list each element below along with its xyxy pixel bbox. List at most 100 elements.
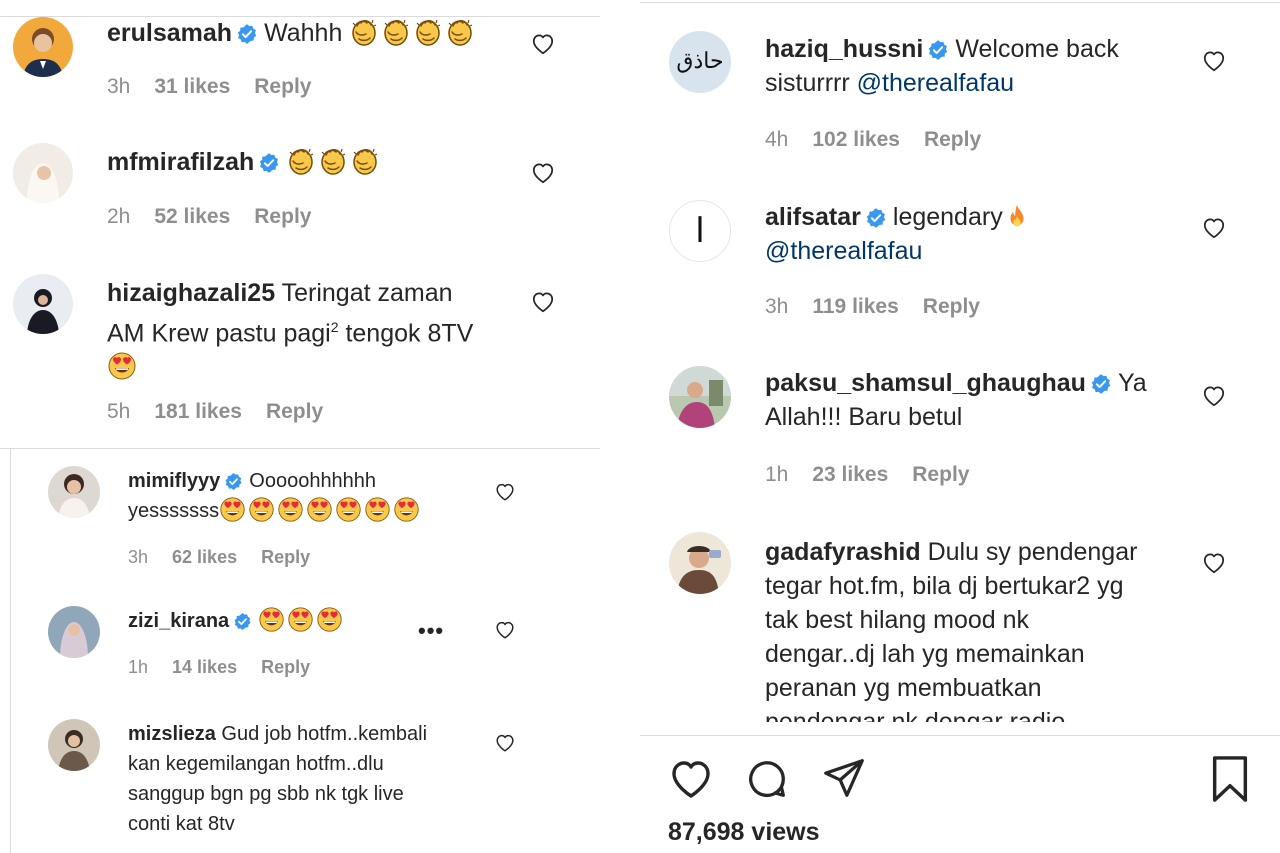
username[interactable]: mizslieza [128,723,216,745]
like-heart-icon[interactable] [494,619,516,641]
avatar[interactable]: حاذق [669,31,731,93]
comment-body: hizaighazali25 Teringat zaman AM Krew pa… [107,276,537,384]
likes-count[interactable]: 181 likes [154,400,242,423]
username[interactable]: erulsamah [107,19,232,47]
comment-paksu-shamsul-ghaughau: paksu_shamsul_ghaughau Ya Allah!!! Baru b… [640,340,1280,510]
comment-body: mfmirafilzah [107,145,537,179]
comment-text-line: Dulu sy pendengar [927,538,1138,566]
avatar[interactable] [48,719,100,771]
reply-button[interactable]: Reply [912,463,969,486]
comment-text-line: sisturrrr [765,69,857,97]
likes-count[interactable]: 23 likes [812,463,888,486]
bookmark-icon[interactable] [1207,753,1253,805]
avatar[interactable] [13,143,73,203]
avatar[interactable] [48,466,100,518]
like-heart-icon[interactable] [494,481,516,503]
actions-divider [640,735,1280,736]
username[interactable]: mimiflyyy [128,470,220,492]
comment-alifsatar: ا alifsatar legendary @therealfafau 3h 119… [640,170,1280,340]
reply-mizslieza: mizslieza Gud job hotfm..kembali kan keg… [0,715,600,853]
likes-count[interactable]: 102 likes [812,128,900,151]
comment-text: legendary [892,203,1003,231]
comment-text: Wahhh [264,19,343,47]
comment-haziq-hussni: حاذق haziq_hussni Welcome back sisturrrr … [640,0,1280,170]
reply-button[interactable]: Reply [261,547,310,567]
likes-count[interactable]: 52 likes [154,205,230,228]
share-paper-plane-icon[interactable] [820,755,868,801]
like-heart-icon[interactable] [1201,48,1227,74]
avatar[interactable]: ا [669,200,731,262]
timestamp: 5h [107,400,131,423]
comment-text-line: pendengar nk dengar radio [765,708,1066,722]
username[interactable]: paksu_shamsul_ghaughau [765,369,1086,397]
timestamp: 1h [765,463,789,486]
like-heart-icon[interactable] [494,732,516,754]
reply-button[interactable]: Reply [924,128,981,151]
likes-count[interactable]: 62 likes [172,547,237,567]
views-count: 87,698 views [668,818,820,846]
comment-body: paksu_shamsul_ghaughau Ya Allah!!! Baru b… [765,366,1185,434]
avatar[interactable] [48,606,100,658]
like-heart-icon[interactable] [530,31,556,57]
avatar[interactable] [669,532,731,594]
reply-button[interactable]: Reply [261,657,310,677]
comment-text-line: tengok 8TV [338,319,474,348]
like-heart-icon[interactable] [1201,215,1227,241]
right-comments-panel: حاذق haziq_hussni Welcome back sisturrrr … [640,0,1280,853]
comment-meta: 1h 23 likes Reply [765,463,993,487]
username[interactable]: gadafyrashid [765,538,921,566]
comment-erulsamah: erulsamah Wahhh 3h 31 likes Reply [0,0,600,120]
comment-text: Welcome back [955,35,1119,63]
fire-emoji-icon [1003,203,1031,231]
comment-body: gadafyrashid Dulu sy pendengar tegar hot… [765,535,1195,722]
reply-text-line: kan kegemilangan hotfm..dlu [128,753,384,775]
avatar[interactable] [13,274,73,334]
reply-body: mizslieza Gud job hotfm..kembali kan keg… [128,719,488,839]
comment-text-line: Allah!!! Baru betul [765,403,963,431]
reply-text-line: sanggup bgn pg sbb nk tgk live [128,783,404,805]
replies-divider [0,448,600,449]
comment-text-line: tak best hilang mood nk [765,606,1030,634]
reply-body: zizi_kirana [128,606,428,636]
reply-button[interactable]: Reply [254,205,311,228]
comment-gadafyrashid: gadafyrashid Dulu sy pendengar tegar hot… [640,520,1280,722]
like-heart-icon[interactable] [530,160,556,186]
like-heart-icon[interactable] [665,755,717,803]
username[interactable]: hizaighazali25 [107,279,275,307]
reply-body: mimiflyyy Ooooohhhhhh yesssssss [128,466,488,526]
reply-zizi-kirana: zizi_kirana ••• 1h 14 likes Reply [0,600,600,700]
verified-badge-icon [258,152,280,174]
comment-text: Teringat zaman [281,279,453,307]
timestamp: 3h [107,75,131,98]
comment-meta: 2h 52 likes Reply [107,205,335,229]
avatar[interactable] [669,366,731,428]
avatar[interactable] [13,17,73,77]
comment-body: alifsatar legendary @therealfafau [765,200,1185,268]
reply-text-line: yesssssss [128,500,220,522]
reply-button[interactable]: Reply [266,400,323,423]
username[interactable]: haziq_hussni [765,35,923,63]
comment-meta: 3h 31 likes Reply [107,75,335,99]
timestamp: 1h [128,657,149,677]
likes-count[interactable]: 119 likes [812,295,898,318]
mention-link[interactable]: @therealfafau [765,237,922,265]
likes-count[interactable]: 31 likes [154,75,230,98]
heart-eyes-emoji-icon [107,351,137,381]
reply-text-line: conti kat 8tv [128,813,235,835]
comment-meta: 4h 102 likes Reply [765,128,1005,152]
username[interactable]: alifsatar [765,203,861,231]
more-options-button[interactable]: ••• [418,618,444,644]
reply-button[interactable]: Reply [254,75,311,98]
username[interactable]: mfmirafilzah [107,148,254,176]
reply-button[interactable]: Reply [923,295,980,318]
username[interactable]: zizi_kirana [128,610,229,632]
timestamp: 2h [107,205,131,228]
like-heart-icon[interactable] [1201,383,1227,409]
like-heart-icon[interactable] [1201,550,1227,576]
comment-bubble-icon[interactable] [743,756,791,802]
left-comments-panel: erulsamah Wahhh 3h 31 likes Reply mfmirafil… [0,0,600,853]
likes-count[interactable]: 14 likes [172,657,237,677]
like-heart-icon[interactable] [530,289,556,315]
timestamp: 3h [765,295,789,318]
mention-link[interactable]: @therealfafau [857,69,1014,97]
